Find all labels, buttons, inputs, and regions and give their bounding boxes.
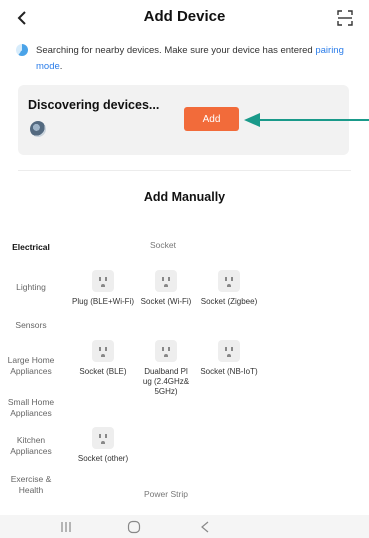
category-header-power-strip: Power Strip	[144, 489, 188, 499]
device-tile-label: Socket (Zigbee)	[200, 297, 258, 306]
category-header-socket: Socket	[150, 240, 176, 250]
socket-icon	[218, 270, 240, 292]
home-icon	[127, 520, 141, 534]
sidebar-item-large-home-appliances[interactable]: Large Home Appliances	[0, 355, 62, 377]
device-tile-label: Socket (other)	[77, 454, 129, 463]
sidebar-item-small-home-appliances[interactable]: Small Home Appliances	[0, 397, 62, 419]
recent-apps-icon	[61, 522, 71, 532]
sidebar-item-kitchen-appliances[interactable]: Kitchen Appliances	[0, 435, 62, 457]
sidebar-item-exercise-health[interactable]: Exercise & Health	[0, 474, 62, 496]
sidebar-item-electrical[interactable]: Electrical	[0, 242, 62, 253]
recent-apps-button[interactable]	[51, 518, 81, 536]
device-tile[interactable]: Socket (Zigbee)	[196, 270, 262, 307]
sidebar-item-sensors[interactable]: Sensors	[0, 320, 62, 331]
device-tile-label: Plug (BLE+Wi-Fi)	[71, 297, 134, 306]
sidebar-item-lighting[interactable]: Lighting	[0, 282, 62, 293]
device-tile-label: Dualband Plug (2.4GHz&5GHz)	[142, 367, 190, 396]
device-tile[interactable]: Plug (BLE+Wi-Fi)	[70, 270, 136, 307]
scan-icon	[337, 10, 353, 26]
socket-icon	[155, 270, 177, 292]
device-tile[interactable]: Socket (BLE)	[70, 340, 136, 377]
system-nav-bar	[0, 515, 369, 538]
device-tile-label: Socket (Wi-Fi)	[140, 297, 192, 306]
device-tile[interactable]: Dualband Plug (2.4GHz&5GHz)	[133, 340, 199, 397]
device-icon	[30, 121, 46, 137]
notice-message: Searching for nearby devices. Make sure …	[36, 45, 316, 56]
device-tile-label: Socket (BLE)	[79, 367, 127, 376]
back-button[interactable]	[10, 6, 34, 30]
discovering-title: Discovering devices...	[28, 98, 160, 112]
socket-icon	[92, 340, 114, 362]
pointer-arrow-icon	[244, 113, 369, 127]
loading-icon	[16, 44, 28, 56]
notice-text: Searching for nearby devices. Make sure …	[36, 43, 356, 75]
back-arrow-icon	[17, 11, 26, 25]
back-nav-icon	[201, 521, 209, 533]
socket-icon	[92, 427, 114, 449]
search-notice: Searching for nearby devices. Make sure …	[16, 43, 356, 75]
notice-period: .	[59, 61, 63, 72]
add-button[interactable]: Add	[184, 107, 239, 131]
device-tile[interactable]: Socket (NB-IoT)	[196, 340, 262, 377]
home-button[interactable]	[119, 518, 149, 536]
page-title: Add Device	[143, 8, 226, 25]
socket-icon	[92, 270, 114, 292]
divider	[18, 170, 351, 171]
scan-button[interactable]	[333, 6, 357, 30]
socket-icon	[218, 340, 240, 362]
header: Add Device	[0, 0, 369, 38]
device-tile[interactable]: Socket (Wi-Fi)	[133, 270, 199, 307]
back-nav-button[interactable]	[190, 518, 220, 536]
device-tile-label: Socket (NB-IoT)	[200, 367, 258, 376]
device-tile[interactable]: Socket (other)	[70, 427, 136, 464]
add-manually-title: Add Manually	[143, 190, 226, 204]
socket-icon	[155, 340, 177, 362]
